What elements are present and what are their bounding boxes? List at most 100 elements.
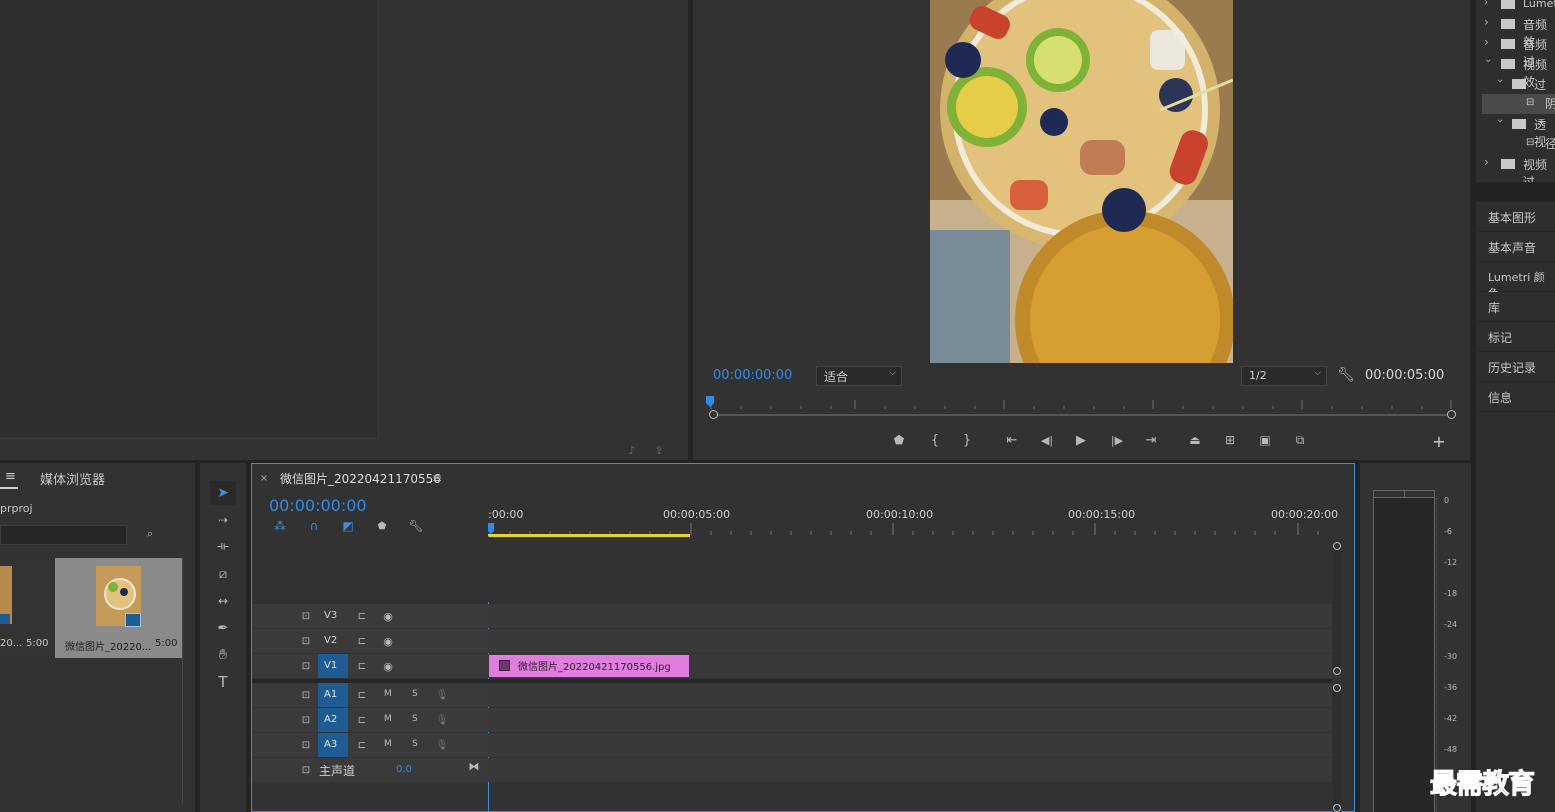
- mark-in-icon[interactable]: {: [926, 431, 944, 449]
- extract-icon[interactable]: ⊞: [1220, 431, 1240, 449]
- program-playhead[interactable]: [706, 396, 714, 407]
- effects-tree-item-video-effects[interactable]: ⌄ 视频效: [1482, 54, 1555, 89]
- lock-icon[interactable]: ⊡: [300, 688, 312, 702]
- lock-icon[interactable]: ⊡: [300, 713, 312, 727]
- lock-icon[interactable]: ⊡: [300, 634, 312, 648]
- track-target-v2[interactable]: V2: [318, 629, 348, 653]
- mute-button[interactable]: M: [384, 739, 392, 749]
- type-tool-icon[interactable]: T: [210, 671, 236, 693]
- timeline-settings-wrench-icon[interactable]: 🔧︎: [408, 518, 424, 534]
- eye-icon[interactable]: ◉: [380, 609, 396, 623]
- razor-tool-icon[interactable]: ⧄: [210, 563, 236, 585]
- panel-tab-essential-sound[interactable]: 基本声音: [1478, 232, 1555, 262]
- effects-tree-item-obsolete[interactable]: ⌄ 过时: [1482, 74, 1555, 109]
- comparison-view-icon[interactable]: ⧉: [1290, 431, 1310, 449]
- track-target-v1[interactable]: V1: [318, 654, 348, 678]
- panel-tab-essential-graphics[interactable]: 基本图形: [1478, 202, 1555, 232]
- sync-lock-icon[interactable]: ⊏: [354, 688, 370, 702]
- timeline-ruler[interactable]: :00:00 00:00:05:00 00:00:10:00 00:00:15:…: [488, 505, 1338, 537]
- effects-tree-item-audio-effects[interactable]: › 音频效: [1482, 15, 1555, 49]
- effects-tree-item-radial[interactable]: ⊟ 径: [1482, 134, 1555, 154]
- project-tab-menu-icon[interactable]: ≡: [5, 469, 16, 484]
- solo-button[interactable]: S: [412, 739, 418, 749]
- track-master[interactable]: [488, 758, 1332, 782]
- add-button-icon[interactable]: +: [1430, 432, 1448, 451]
- selection-tool-icon[interactable]: ➤: [210, 481, 236, 505]
- sequence-tab-title[interactable]: 微信图片_20220421170556: [280, 470, 441, 487]
- resolution-select[interactable]: 1/2 ⌵: [1241, 366, 1327, 386]
- program-time-ruler[interactable]: [705, 396, 1458, 410]
- project-item-2[interactable]: 微信图片_20220... 5:00: [55, 558, 182, 658]
- sync-lock-icon[interactable]: ⊏: [354, 713, 370, 727]
- sync-lock-icon[interactable]: ⊏: [354, 659, 370, 673]
- track-a1[interactable]: [488, 683, 1332, 707]
- timeline-playhead-handle[interactable]: [488, 523, 494, 534]
- panel-tab-lumetri-color[interactable]: Lumetri 颜色: [1478, 262, 1555, 300]
- track-a3[interactable]: [488, 733, 1332, 757]
- track-target-a3[interactable]: A3: [318, 733, 348, 757]
- timeline-timecode[interactable]: 00:00:00:00: [269, 496, 367, 515]
- go-to-end-icon[interactable]: ⧓: [466, 759, 482, 773]
- project-item-1[interactable]: 20... 5:00: [0, 558, 52, 656]
- panel-tab-markers[interactable]: 标记: [1478, 322, 1555, 352]
- tab-menu-icon[interactable]: ≡: [430, 470, 444, 486]
- program-zoom-bar[interactable]: [709, 410, 1456, 420]
- sync-lock-icon[interactable]: ⊏: [354, 609, 370, 623]
- step-forward-icon[interactable]: |▶: [1108, 431, 1126, 449]
- step-back-icon[interactable]: ◀|: [1038, 431, 1056, 449]
- master-volume-value[interactable]: 0.0: [396, 764, 412, 775]
- video-scroll-track[interactable]: [1333, 546, 1341, 672]
- effects-tree-item-shadow[interactable]: ⊟ 阴: [1482, 94, 1555, 114]
- scroll-handle[interactable]: [1333, 684, 1341, 692]
- music-note-icon[interactable]: ♪: [624, 442, 640, 458]
- track-target-a2[interactable]: A2: [318, 708, 348, 732]
- panel-tab-libraries[interactable]: 库: [1478, 292, 1555, 322]
- search-bin-icon[interactable]: ⌕: [141, 525, 159, 543]
- track-target-a1[interactable]: A1: [318, 683, 348, 707]
- sync-lock-icon[interactable]: ⊏: [354, 634, 370, 648]
- go-to-out-icon[interactable]: ⇥: [1142, 431, 1160, 449]
- sync-lock-icon[interactable]: ⊏: [354, 738, 370, 752]
- scroll-handle[interactable]: [1333, 667, 1341, 675]
- zoom-bar-left-handle[interactable]: [709, 410, 718, 419]
- go-to-in-icon[interactable]: ⇤: [1003, 431, 1021, 449]
- project-search-input[interactable]: [0, 525, 127, 545]
- lock-icon[interactable]: ⊡: [300, 763, 312, 777]
- mark-out-icon[interactable]: }: [958, 431, 976, 449]
- zoom-select[interactable]: 适合 ⌵: [816, 366, 902, 386]
- close-icon[interactable]: ×: [258, 471, 270, 485]
- zoom-bar-right-handle[interactable]: [1447, 410, 1456, 419]
- program-timecode-current[interactable]: 00:00:00:00: [713, 368, 792, 383]
- microphone-icon[interactable]: 🎙︎: [436, 713, 449, 727]
- microphone-icon[interactable]: 🎙︎: [436, 688, 449, 702]
- mute-button[interactable]: M: [384, 689, 392, 699]
- scroll-handle[interactable]: [1333, 804, 1341, 812]
- hand-tool-icon[interactable]: ✋︎: [210, 644, 236, 666]
- audio-scroll-track[interactable]: [1333, 689, 1341, 812]
- export-frame-icon[interactable]: ▣: [1256, 431, 1274, 449]
- solo-button[interactable]: S: [412, 689, 418, 699]
- snap-magnet-icon[interactable]: ∩: [306, 518, 322, 534]
- panel-tab-info[interactable]: 信息: [1478, 382, 1555, 412]
- track-select-tool-icon[interactable]: ⇢: [210, 509, 236, 531]
- lock-icon[interactable]: ⊡: [300, 659, 312, 673]
- play-icon[interactable]: ▶: [1072, 431, 1090, 449]
- eye-icon[interactable]: ◉: [380, 659, 396, 673]
- add-marker-icon[interactable]: ⬟: [374, 518, 390, 534]
- mute-button[interactable]: M: [384, 714, 392, 724]
- ripple-edit-tool-icon[interactable]: ⟛: [210, 535, 236, 557]
- track-a2[interactable]: [488, 708, 1332, 732]
- track-v2[interactable]: [488, 629, 1332, 653]
- tab-media-browser[interactable]: 媒体浏览器: [40, 469, 105, 488]
- track-v3[interactable]: [488, 604, 1332, 628]
- linked-selection-icon[interactable]: ◩: [340, 518, 356, 534]
- add-marker-icon[interactable]: ⬟: [890, 431, 908, 449]
- slip-tool-icon[interactable]: ↔: [210, 590, 236, 612]
- lift-icon[interactable]: ⏏: [1185, 431, 1205, 449]
- solo-button[interactable]: S: [412, 714, 418, 724]
- wrench-icon[interactable]: 🔧︎: [1337, 366, 1355, 384]
- effects-tree-item-perspective[interactable]: ⌄ 透视: [1482, 114, 1555, 149]
- lock-icon[interactable]: ⊡: [300, 609, 312, 623]
- effects-tree-item-audio-transitions[interactable]: › 音频过: [1482, 35, 1555, 69]
- export-icon[interactable]: ⇪: [651, 442, 667, 458]
